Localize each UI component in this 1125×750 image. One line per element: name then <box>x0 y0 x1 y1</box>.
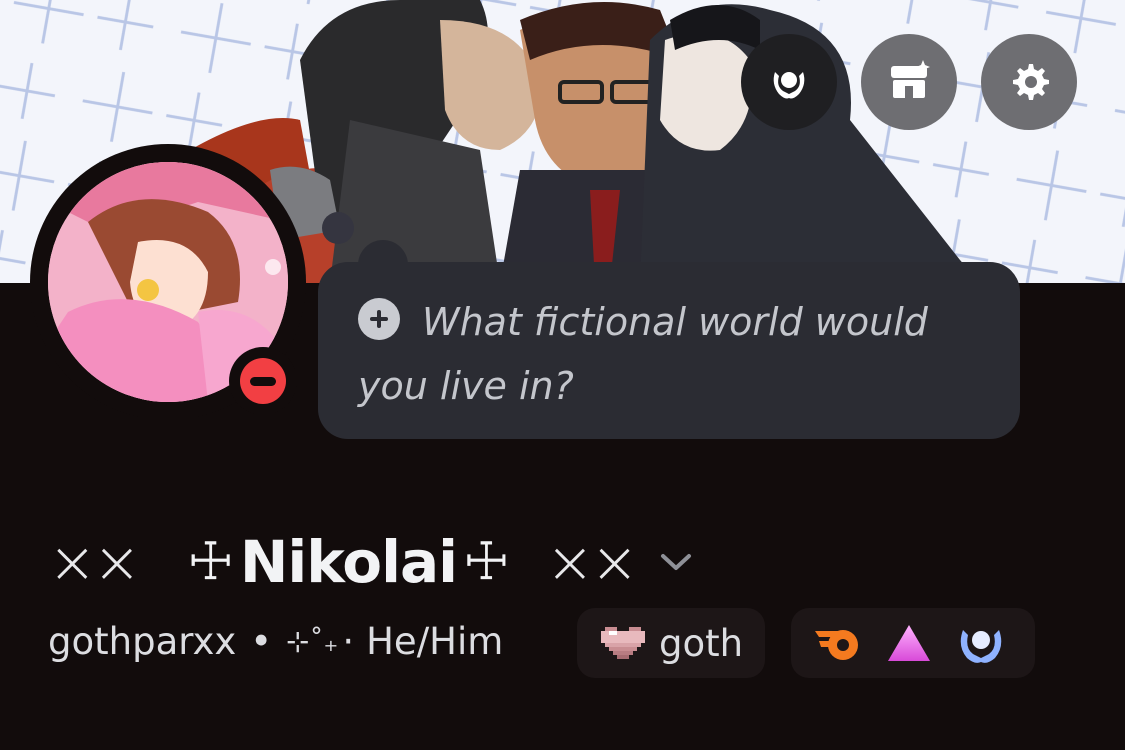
gear-icon <box>1013 64 1049 100</box>
sparkle-decoration: ⊹˚₊ <box>286 624 339 658</box>
laurel-wreath-icon <box>773 72 805 99</box>
shop-storefront-icon <box>891 60 930 98</box>
separator-dot: • <box>250 619 273 663</box>
server-tag-label: goth <box>659 621 744 665</box>
display-name-row[interactable]: ⨯⨯ ☩ Nikolai ☩ ⨯⨯ <box>48 522 693 602</box>
pixel-heart-icon <box>601 627 645 659</box>
badge-list <box>791 608 1035 678</box>
orange-swirl-badge-icon[interactable] <box>813 623 863 663</box>
name-decoration-right: ⨯⨯ <box>545 528 639 596</box>
display-name: Nikolai <box>239 528 458 596</box>
do-not-disturb-icon <box>240 358 286 404</box>
cross-right-glyph: ☩ <box>463 532 510 592</box>
custom-status-bubble[interactable]: What fictional world would you live in? <box>318 262 1020 439</box>
bubble-tail-small <box>322 212 354 244</box>
username[interactable]: gothparxx <box>48 620 236 663</box>
pronouns: He/Him <box>366 619 504 663</box>
server-tag[interactable]: goth <box>577 608 765 678</box>
status-prompt-text: What fictional world would you live in? <box>358 300 928 408</box>
status-prompt-container: What fictional world would you live in? <box>358 290 980 418</box>
shop-button[interactable] <box>861 34 957 130</box>
plus-circle-icon <box>358 297 400 340</box>
sparkle-dot: · <box>342 619 355 663</box>
nitro-button[interactable] <box>741 34 837 130</box>
blue-laurel-badge-icon[interactable] <box>955 620 1007 666</box>
chevron-down-icon[interactable] <box>659 552 693 572</box>
pink-triangle-badge-icon[interactable] <box>885 622 933 664</box>
username-row: gothparxx • ⊹˚₊ · He/Him <box>48 605 503 677</box>
status-indicator <box>229 347 297 415</box>
settings-button[interactable] <box>981 34 1077 130</box>
cross-left-glyph: ☩ <box>187 532 234 592</box>
name-decoration-left: ⨯⨯ <box>48 528 141 596</box>
